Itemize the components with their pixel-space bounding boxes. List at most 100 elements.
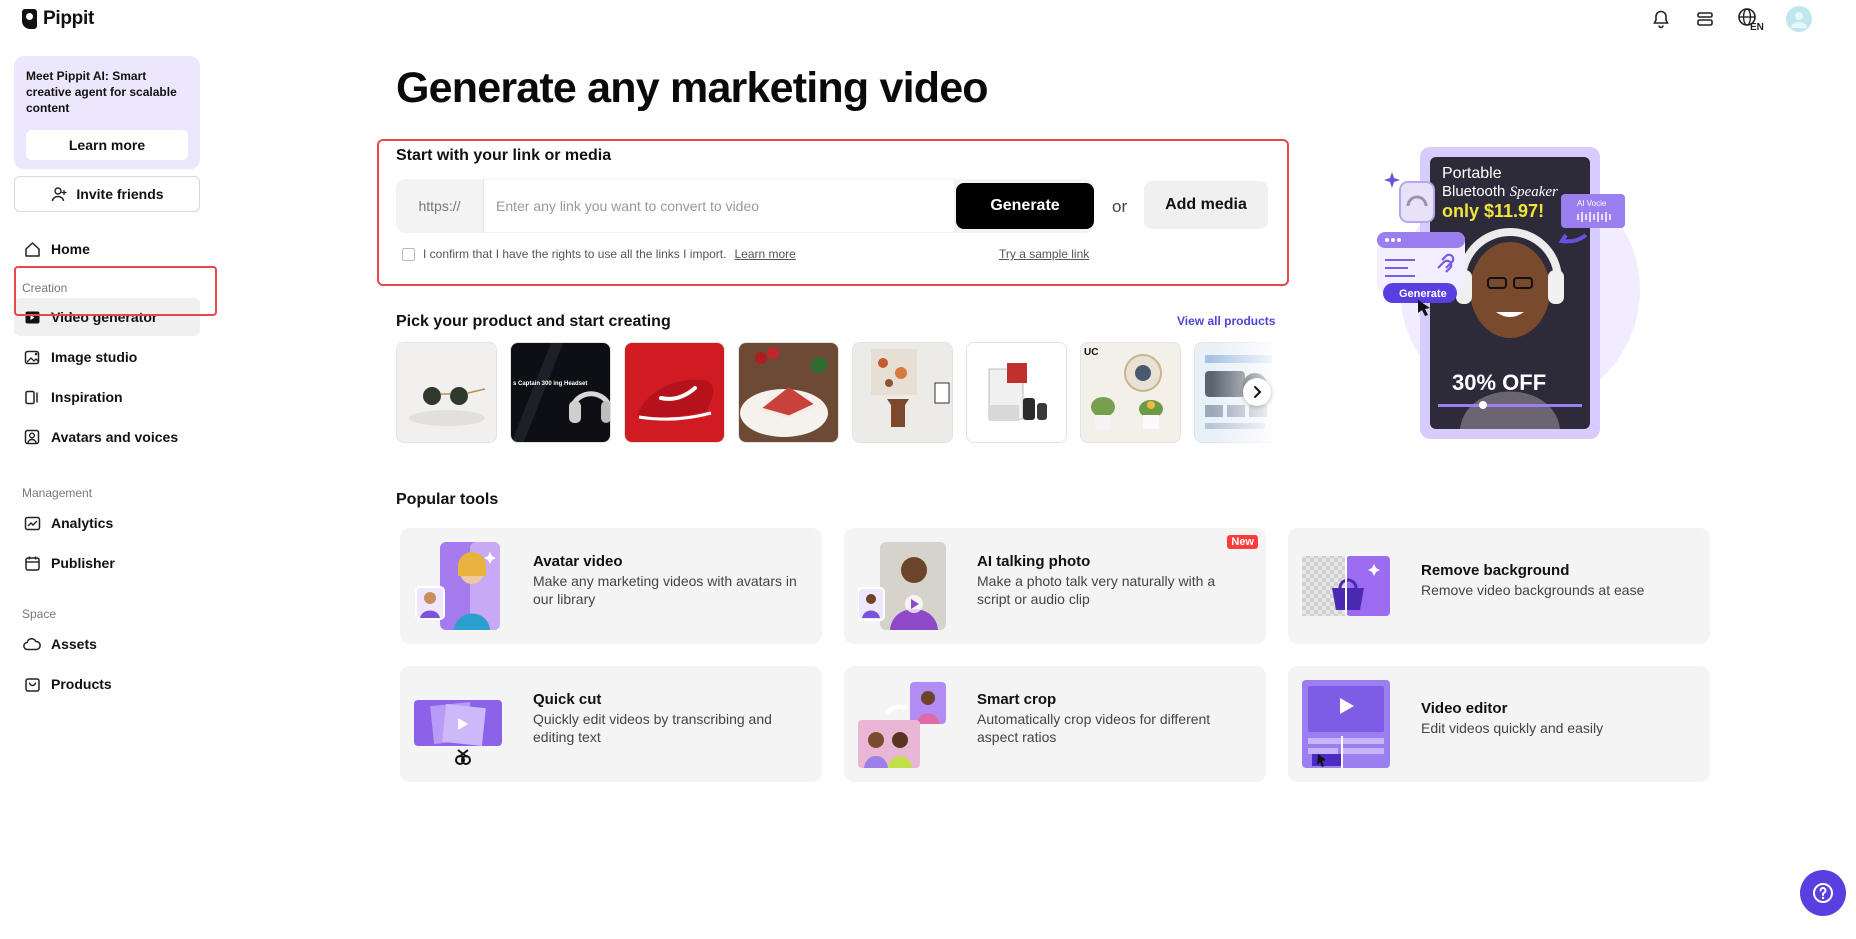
hero-discount: 30% OFF — [1452, 370, 1546, 395]
tool-title: AI talking photo — [977, 553, 1091, 570]
chevron-right-icon — [1254, 386, 1262, 398]
help-button[interactable] — [1800, 870, 1846, 916]
tool-avatar-video[interactable]: Avatar video Make any marketing videos w… — [400, 528, 822, 644]
tool-description: Make a photo talk very naturally with a … — [977, 573, 1216, 607]
sidebar-item-label: Assets — [51, 636, 97, 652]
tool-quick-cut[interactable]: Quick cut Quickly edit videos by transcr… — [400, 666, 822, 782]
top-bar: Pippit EN — [0, 0, 1856, 40]
url-input[interactable] — [484, 180, 954, 232]
view-all-products-link[interactable]: View all products — [1177, 314, 1275, 328]
calendar-icon — [23, 554, 41, 572]
hero-product-line2a: Bluetooth — [1442, 183, 1510, 200]
hero-price: only $11.97! — [1442, 201, 1544, 221]
tool-description: Edit videos quickly and easily — [1421, 720, 1604, 736]
or-label: or — [1112, 197, 1128, 216]
brand[interactable]: Pippit — [22, 8, 94, 30]
popular-tools-title: Popular tools — [396, 491, 499, 508]
question-icon — [1813, 883, 1833, 903]
tool-video-editor[interactable]: Video editor Edit videos quickly and eas… — [1288, 666, 1710, 782]
product-sunglasses[interactable] — [396, 342, 497, 443]
product-headset[interactable]: s Captain 300 ing Headset — [510, 342, 611, 443]
sidebar-item-analytics[interactable]: Analytics — [14, 504, 200, 542]
sidebar-item-home[interactable]: Home — [14, 230, 200, 268]
hero-product-line1: Portable — [1442, 165, 1502, 182]
sidebar-item-image-studio[interactable]: Image studio — [14, 338, 200, 376]
new-badge: New — [1227, 535, 1258, 549]
section-space: Space — [22, 607, 57, 621]
remove-background-thumbnail — [1302, 542, 1390, 630]
rights-checkbox[interactable] — [402, 247, 415, 261]
hero-illustration: Portable Bluetooth Speaker only $11.97! … — [1350, 140, 1650, 450]
inspiration-icon — [23, 388, 41, 406]
tool-description: Quickly edit videos by transcribing and … — [533, 711, 772, 745]
sidebar-item-label: Video generator — [51, 309, 158, 325]
sidebar-item-products[interactable]: Products — [14, 665, 200, 703]
sidebar-item-video-generator[interactable]: Video generator — [14, 298, 200, 336]
sidebar-item-label: Analytics — [51, 515, 114, 531]
tool-title: Smart crop — [977, 691, 1057, 708]
try-sample-link[interactable]: Try a sample link — [999, 247, 1089, 261]
hero-voice-label: AI Vocie — [1577, 199, 1607, 208]
invite-friends-button[interactable]: Invite friends — [14, 176, 200, 212]
add-media-button[interactable]: Add media — [1144, 181, 1268, 229]
hero-product-line2b: Speaker — [1510, 184, 1558, 200]
tool-ai-talking-photo[interactable]: New AI talking photo Make a photo talk v… — [844, 528, 1266, 644]
tool-title: Video editor — [1421, 700, 1508, 717]
stack-icon[interactable] — [1692, 6, 1718, 32]
bag-icon — [23, 675, 41, 693]
generate-button[interactable]: Generate — [956, 183, 1094, 229]
tool-title: Quick cut — [533, 691, 602, 708]
product-carousel: s Captain 300 ing Headset UC — [396, 342, 1272, 443]
analytics-icon — [23, 514, 41, 532]
brand-name: Pippit — [43, 8, 94, 29]
product-decor-plants[interactable]: UC — [1080, 342, 1181, 443]
video-editor-thumbnail — [1302, 680, 1390, 768]
carousel-next-button[interactable] — [1243, 378, 1271, 406]
link-input-panel: Start with your link or media https:// G… — [377, 139, 1289, 286]
svg-text:Bluetooth Speaker: Bluetooth Speaker — [1442, 183, 1558, 200]
tool-description: Make any marketing videos with avatars i… — [533, 573, 797, 607]
sidebar-item-label: Home — [51, 241, 90, 257]
home-icon — [23, 240, 41, 258]
sidebar-item-avatars-and-voices[interactable]: Avatars and voices — [14, 418, 200, 456]
sidebar-item-label: Publisher — [51, 555, 115, 571]
product-sneaker[interactable] — [624, 342, 725, 443]
sidebar-item-label: Image studio — [51, 349, 138, 365]
top-actions: EN — [1648, 6, 1812, 32]
tool-smart-crop[interactable]: Smart crop Automatically crop videos for… — [844, 666, 1266, 782]
language-globe-icon[interactable]: EN — [1736, 6, 1768, 32]
section-management: Management — [22, 486, 93, 500]
sidebar-item-label: Products — [51, 676, 112, 692]
smart-crop-thumbnail — [858, 680, 946, 768]
tool-title: Remove background — [1421, 562, 1570, 579]
promo-card: Meet Pippit AI: Smart creative agent for… — [14, 56, 200, 169]
bell-icon[interactable] — [1648, 6, 1674, 32]
avatar-icon — [23, 428, 41, 446]
sidebar: Meet Pippit AI: Smart creative agent for… — [0, 40, 214, 939]
product-tea-set[interactable] — [966, 342, 1067, 443]
product-cake[interactable] — [738, 342, 839, 443]
tool-remove-background[interactable]: Remove background Remove video backgroun… — [1288, 528, 1710, 644]
link-panel-title: Start with your link or media — [396, 147, 612, 164]
tool-title: Avatar video — [533, 553, 623, 570]
pippit-logo-icon — [22, 9, 37, 29]
hero-generate-pill: Generate — [1399, 288, 1447, 300]
headset-caption: s Captain 300 ing Headset — [513, 381, 587, 387]
invite-friends-label: Invite friends — [76, 186, 164, 202]
rights-confirm-row: I confirm that I have the rights to use … — [402, 247, 796, 261]
uc-brand-mark: UC — [1084, 347, 1098, 358]
product-lamp[interactable] — [852, 342, 953, 443]
products-section-title: Pick your product and start creating — [396, 313, 671, 330]
video-generator-icon — [23, 308, 41, 326]
cloud-icon — [23, 635, 41, 653]
sidebar-item-assets[interactable]: Assets — [14, 625, 200, 663]
url-field: https:// Generate — [396, 179, 1094, 233]
image-studio-icon — [23, 348, 41, 366]
sidebar-item-publisher[interactable]: Publisher — [14, 544, 200, 582]
learn-more-link[interactable]: Learn more — [734, 247, 795, 261]
sidebar-item-inspiration[interactable]: Inspiration — [14, 378, 200, 416]
section-creation: Creation — [22, 281, 68, 295]
user-avatar[interactable] — [1786, 6, 1812, 32]
tool-description: Remove video backgrounds at ease — [1421, 582, 1645, 598]
learn-more-button[interactable]: Learn more — [26, 130, 188, 160]
